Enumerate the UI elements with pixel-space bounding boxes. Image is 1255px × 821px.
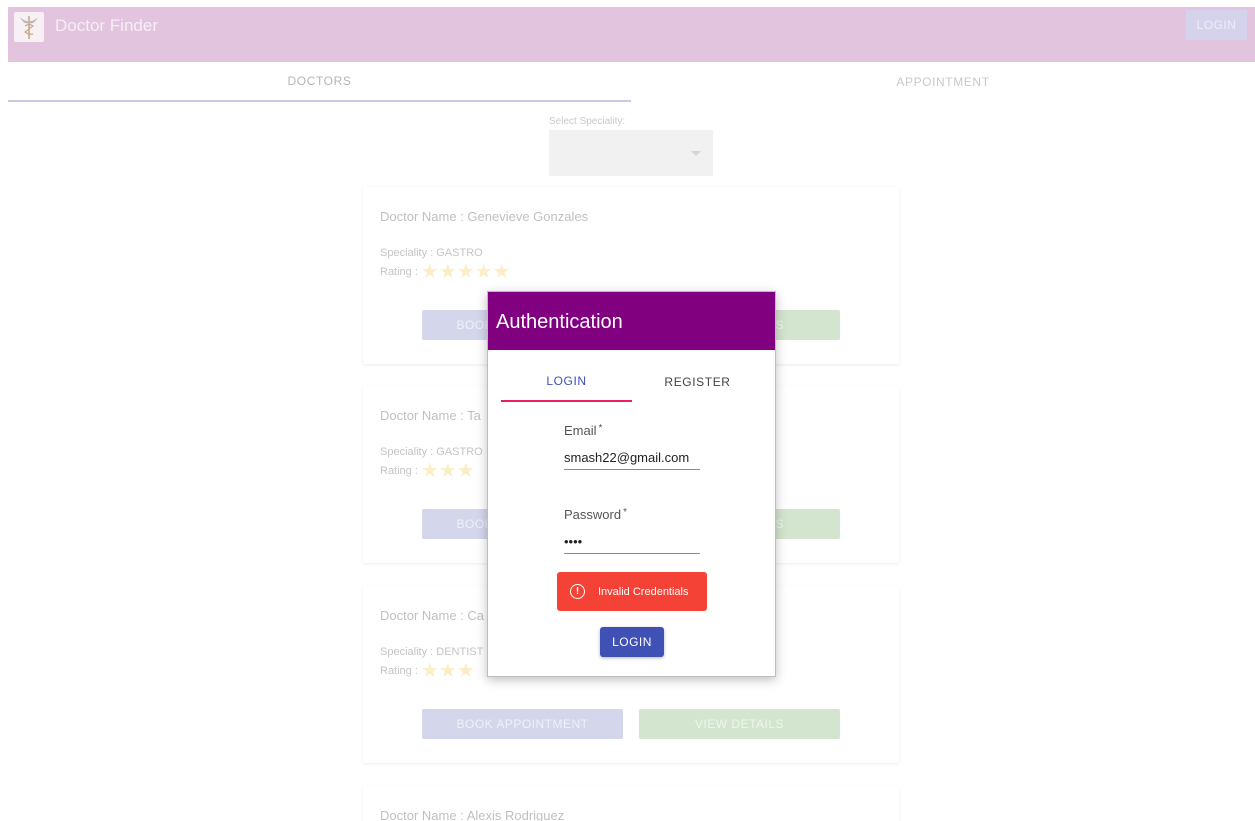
doctor-name: Doctor Name : Ta [380, 408, 481, 423]
doctor-rating: Rating : ★ ★ ★ [380, 660, 475, 682]
login-submit-button[interactable]: LOGIN [600, 627, 664, 657]
header-login-button[interactable]: LOGIN [1186, 10, 1247, 40]
app-header: Doctor Finder LOGIN [8, 7, 1255, 62]
star-icon: ★ [438, 660, 457, 682]
caduceus-icon [14, 12, 44, 42]
star-icon: ★ [420, 460, 439, 482]
doctor-rating: Rating : ★ ★ ★ [380, 460, 475, 482]
doctor-rating: Rating : ★ ★ ★ ★ ★ [380, 261, 511, 283]
doctor-card: Doctor Name : Alexis Rodriguez [363, 786, 899, 821]
view-details-button[interactable]: VIEW DETAILS [639, 709, 840, 739]
speciality-label: Select Speciality: [549, 116, 626, 127]
star-icon: ★ [492, 261, 511, 283]
alert-circle-icon: ! [570, 584, 585, 599]
star-icon: ★ [438, 460, 457, 482]
tab-login[interactable]: LOGIN [501, 362, 632, 402]
doctor-speciality: Speciality : GASTRO [380, 247, 483, 259]
email-label-text: Email [564, 423, 597, 438]
tab-register[interactable]: REGISTER [632, 362, 763, 402]
doctor-speciality: Speciality : GASTRO [380, 446, 483, 458]
dialog-header: Authentication [488, 292, 775, 350]
doctor-name: Doctor Name : Genevieve Gonzales [380, 209, 589, 224]
star-icon: ★ [420, 660, 439, 682]
error-alert: ! Invalid Credentials [557, 572, 707, 611]
rating-label: Rating : [380, 665, 418, 677]
password-field[interactable] [564, 530, 700, 554]
password-label: Password * [564, 507, 627, 522]
rating-stars: ★ ★ ★ [420, 460, 475, 482]
authentication-dialog: Authentication LOGIN REGISTER Email* Pas… [487, 291, 776, 677]
doctor-name: Doctor Name : Alexis Rodriguez [380, 808, 565, 821]
star-icon: ★ [420, 261, 439, 283]
star-icon: ★ [474, 261, 493, 283]
star-icon: ★ [438, 261, 457, 283]
error-message: Invalid Credentials [598, 585, 689, 598]
app-title: Doctor Finder [55, 16, 158, 35]
rating-stars: ★ ★ ★ ★ ★ [420, 261, 511, 283]
caret-down-icon [691, 151, 701, 156]
star-icon: ★ [456, 460, 475, 482]
rating-label: Rating : [380, 465, 418, 477]
email-label: Email * [564, 423, 602, 438]
tab-doctors[interactable]: DOCTORS [8, 62, 631, 102]
required-mark: * [623, 507, 627, 518]
tab-appointment[interactable]: APPOINTMENT [631, 62, 1255, 102]
doctor-name: Doctor Name : Ca [380, 608, 485, 623]
star-icon: ★ [456, 261, 475, 283]
rating-stars: ★ ★ ★ [420, 660, 475, 682]
star-icon: ★ [456, 660, 475, 682]
password-label-text: Password [564, 507, 622, 522]
email-field[interactable] [564, 446, 700, 470]
speciality-select[interactable] [549, 130, 713, 176]
rating-label: Rating : [380, 266, 418, 278]
dialog-title: Authentication [496, 311, 623, 333]
required-mark: * [598, 423, 603, 434]
book-appointment-button[interactable]: BOOK APPOINTMENT [422, 709, 623, 739]
doctor-speciality: Speciality : DENTIST [380, 646, 484, 658]
